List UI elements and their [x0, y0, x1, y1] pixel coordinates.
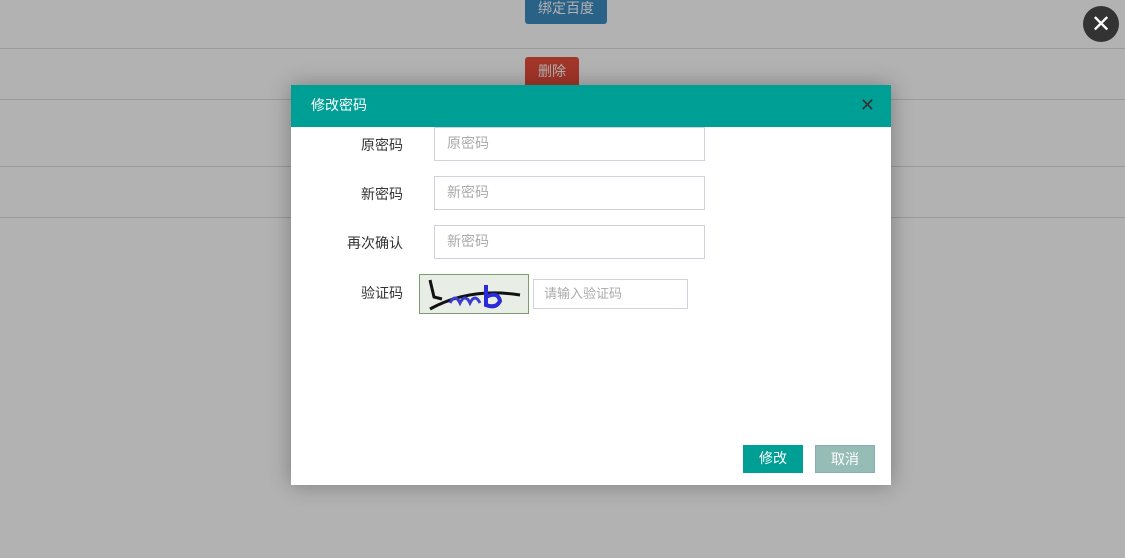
confirm-password-input[interactable] — [434, 225, 705, 259]
captcha-input[interactable] — [533, 279, 688, 309]
new-password-input[interactable] — [434, 176, 705, 210]
old-password-input[interactable] — [434, 127, 705, 161]
confirm-password-label: 再次确认 — [347, 236, 403, 252]
dialog-title: 修改密码 — [311, 98, 367, 114]
confirm-button[interactable]: 修改 — [743, 445, 803, 473]
change-password-dialog: 修改密码 ✕ 原密码 新密码 再次确认 验证码 修改 取消 — [291, 85, 891, 485]
cancel-button[interactable]: 取消 — [815, 445, 875, 473]
old-password-label: 原密码 — [361, 138, 403, 154]
dialog-header: 修改密码 ✕ — [291, 85, 891, 127]
captcha-image[interactable] — [419, 274, 529, 314]
close-icon[interactable]: ✕ — [860, 85, 875, 127]
close-icon[interactable]: ✕ — [1083, 6, 1119, 42]
captcha-label: 验证码 — [361, 286, 403, 302]
new-password-label: 新密码 — [361, 187, 403, 203]
